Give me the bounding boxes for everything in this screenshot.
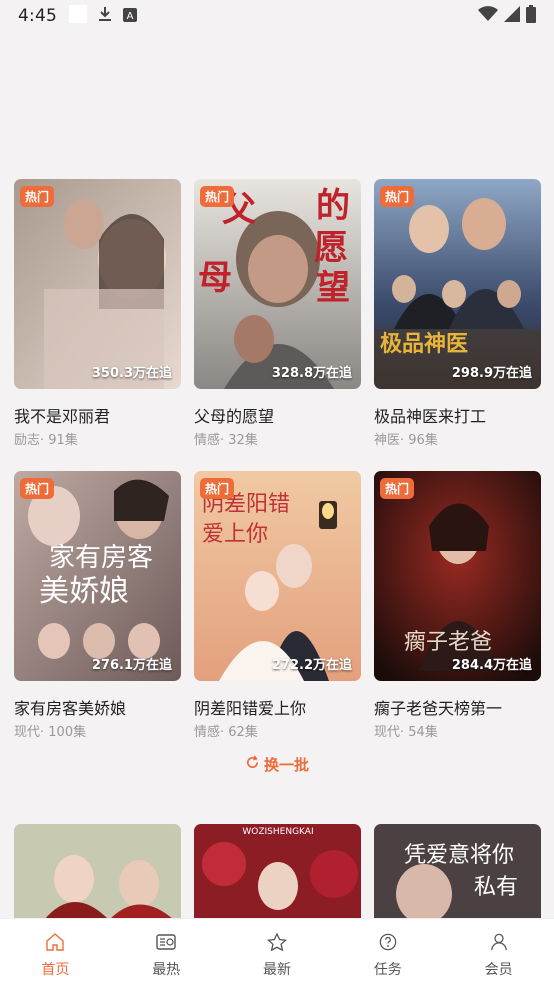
svg-text:极品神医: 极品神医: [380, 331, 468, 357]
tab-label: 会员: [484, 962, 513, 978]
drama-meta: 现代· 54集: [374, 725, 438, 740]
drama-title[interactable]: 我不是邓丽君: [14, 403, 181, 426]
home-icon: [45, 933, 65, 955]
svg-text:A: A: [127, 11, 134, 22]
signal-icon: [504, 6, 520, 26]
tab-task[interactable]: 任务: [348, 933, 428, 979]
hot-badge: 热门: [20, 186, 55, 207]
followers-count: 272.2万在追: [271, 658, 352, 673]
tab-label: 任务: [373, 962, 402, 978]
tab-new[interactable]: 最新: [237, 932, 317, 979]
svg-text:美娇娘: 美娇娘: [39, 574, 129, 609]
drama-episodes: 54集: [408, 725, 438, 740]
drama-episodes: 62集: [228, 725, 258, 740]
user-icon: [489, 933, 509, 955]
drama-grid-next: WOZISHENGKAI 凭爱意将你 私有: [14, 824, 542, 920]
drama-poster[interactable]: 瘸子老爸 热门 284.4万在追: [374, 471, 541, 681]
followers-count: 350.3万在追: [91, 366, 172, 381]
battery-icon: [526, 5, 536, 27]
drama-genre: 现代: [14, 725, 41, 740]
tab-home[interactable]: 首页: [15, 933, 95, 979]
bottom-tab-bar: 首页 最热 最新 任务 会员: [0, 918, 554, 984]
tab-label: 最新: [262, 962, 291, 978]
drama-title[interactable]: 阴差阳错爱上你: [194, 695, 361, 718]
drama-card[interactable]: 父 的 愿 母 望 热门 328.8万在追 父母的愿望 情感· 32集: [194, 179, 361, 448]
drama-episodes: 32集: [228, 433, 258, 448]
drama-episodes: 96集: [408, 433, 438, 448]
tab-label: 首页: [41, 962, 70, 978]
drama-poster[interactable]: 极品神医 热门 298.9万在追: [374, 179, 541, 389]
drama-title[interactable]: 瘸子老爸天榜第一: [374, 695, 541, 718]
drama-meta: 现代· 100集: [14, 725, 87, 740]
hot-badge: 热门: [380, 186, 415, 207]
followers-count: 298.9万在追: [451, 366, 532, 381]
drama-genre: 神医: [374, 433, 401, 448]
svg-text:家有房客: 家有房客: [49, 543, 153, 573]
drama-poster[interactable]: 凭爱意将你 私有: [374, 824, 541, 920]
drama-card[interactable]: 热门 350.3万在追 我不是邓丽君 励志· 91集: [14, 179, 181, 448]
svg-text:愿: 愿: [314, 228, 348, 268]
drama-grid: 热门 350.3万在追 我不是邓丽君 励志· 91集 父 的 愿 母 望 热门 …: [14, 179, 542, 740]
star-icon: [266, 932, 288, 955]
drama-genre: 情感: [194, 725, 221, 740]
drama-poster[interactable]: [14, 824, 181, 920]
drama-meta: 情感· 62集: [194, 725, 258, 740]
svg-text:望: 望: [316, 268, 350, 308]
followers-count: 276.1万在追: [91, 658, 172, 673]
drama-card[interactable]: 阴差阳错 爱上你 热门 272.2万在追 阴差阳错爱上你 情感· 62集: [194, 471, 361, 740]
poster-text: WOZISHENGKAI: [242, 827, 313, 837]
drama-card[interactable]: 家有房客 美娇娘 热门 276.1万在追 家有房客美娇娘 现代· 100集: [14, 471, 181, 740]
svg-text:瘸子老爸: 瘸子老爸: [404, 630, 492, 655]
hot-badge: 热门: [380, 478, 415, 499]
followers-count: 328.8万在追: [271, 366, 352, 381]
drama-genre: 励志: [14, 433, 41, 448]
svg-text:凭爱意将你: 凭爱意将你: [404, 843, 514, 868]
hot-badge: 热门: [200, 478, 235, 499]
question-icon: [378, 933, 398, 955]
drama-genre: 现代: [374, 725, 401, 740]
svg-text:的: 的: [316, 186, 350, 226]
download-icon: [97, 5, 113, 27]
status-time: 4:45: [18, 6, 57, 26]
tab-member[interactable]: 会员: [459, 933, 539, 979]
drama-title[interactable]: 父母的愿望: [194, 403, 361, 426]
drama-poster[interactable]: WOZISHENGKAI: [194, 824, 361, 920]
drama-card[interactable]: 瘸子老爸 热门 284.4万在追 瘸子老爸天榜第一 现代· 54集: [374, 471, 541, 740]
status-bar: 4:45 A: [0, 0, 554, 32]
drama-poster[interactable]: 家有房客 美娇娘 热门 276.1万在追: [14, 471, 181, 681]
a-box-icon: A: [122, 7, 137, 26]
refresh-label: 换一批: [263, 755, 309, 774]
drama-poster[interactable]: 热门 350.3万在追: [14, 179, 181, 389]
hot-badge: 热门: [200, 186, 235, 207]
svg-text:私有: 私有: [474, 875, 518, 900]
followers-count: 284.4万在追: [451, 658, 532, 673]
wifi-icon: [478, 6, 498, 26]
drama-episodes: 100集: [48, 725, 87, 740]
drama-title[interactable]: 极品神医来打工: [374, 403, 541, 426]
svg-text:爱上你: 爱上你: [202, 522, 268, 547]
drama-poster[interactable]: 阴差阳错 爱上你 热门 272.2万在追: [194, 471, 361, 681]
drama-poster[interactable]: 父 的 愿 母 望 热门 328.8万在追: [194, 179, 361, 389]
drama-meta: 神医· 96集: [374, 433, 438, 448]
drama-meta: 情感· 32集: [194, 433, 258, 448]
tab-hot[interactable]: 最热: [126, 933, 206, 979]
drama-genre: 情感: [194, 433, 221, 448]
refresh-icon: [245, 754, 260, 774]
notification-square-icon: [68, 5, 87, 27]
tab-label: 最热: [152, 962, 181, 978]
drama-episodes: 91集: [48, 433, 78, 448]
refresh-button[interactable]: 换一批: [0, 752, 554, 776]
drama-meta: 励志· 91集: [14, 433, 78, 448]
hot-icon: [156, 933, 176, 955]
drama-card[interactable]: 极品神医 热门 298.9万在追 极品神医来打工 神医· 96集: [374, 179, 541, 448]
hot-badge: 热门: [20, 478, 55, 499]
drama-title[interactable]: 家有房客美娇娘: [14, 695, 181, 718]
svg-text:母: 母: [198, 258, 232, 298]
